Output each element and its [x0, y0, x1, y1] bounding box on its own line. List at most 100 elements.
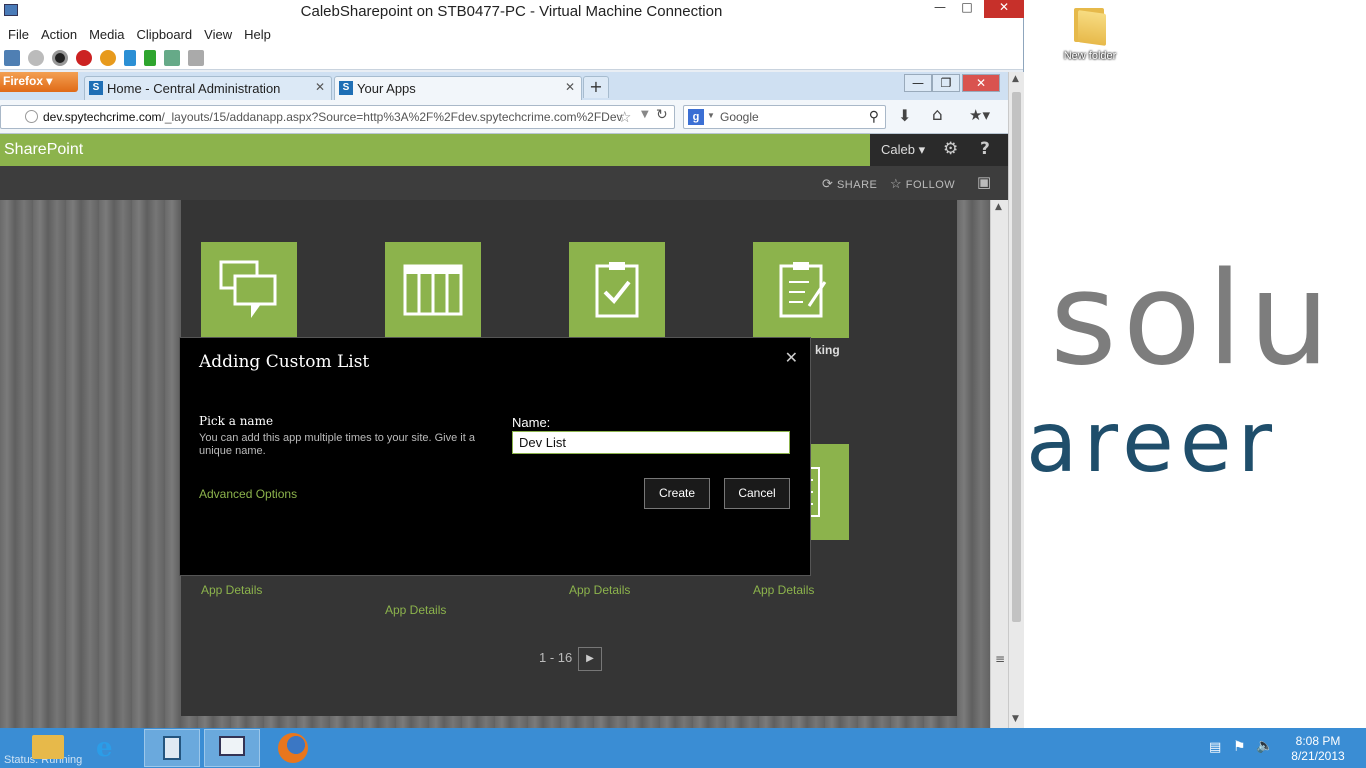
- vm-toolbar: [0, 46, 1023, 70]
- user-menu[interactable]: Caleb ▾: [881, 142, 925, 158]
- pause-icon[interactable]: [124, 49, 136, 66]
- focus-content-icon[interactable]: ▣: [977, 173, 992, 191]
- menu-file[interactable]: File: [4, 27, 37, 42]
- share-button[interactable]: ⟳ SHARE: [822, 176, 877, 192]
- bookmark-star-icon[interactable]: ☆: [618, 108, 631, 126]
- firefox-nav-bar: ← dev.spytechcrime.com/_layouts/15/addan…: [0, 100, 1008, 134]
- volume-icon[interactable]: 🔈: [1256, 738, 1273, 754]
- monitor-icon: [219, 736, 245, 756]
- vm-minimize-button[interactable]: —: [930, 0, 950, 18]
- reload-icon[interactable]: ↻: [656, 107, 668, 123]
- pager-label: 1 - 16: [539, 650, 573, 665]
- create-button[interactable]: Create: [644, 478, 710, 509]
- discussion-icon: [219, 260, 277, 318]
- home-icon[interactable]: ⌂: [932, 105, 943, 125]
- app-tile-tasks[interactable]: [569, 242, 665, 338]
- history-dropdown-icon[interactable]: ▼: [641, 109, 649, 120]
- vm-connection-taskbar-button[interactable]: [204, 729, 260, 767]
- server-manager-taskbar-button[interactable]: [144, 729, 200, 767]
- tab-central-admin[interactable]: S Home - Central Administration ✕: [84, 76, 332, 100]
- vm-close-button[interactable]: ✕: [984, 0, 1024, 18]
- user-name: Caleb: [881, 142, 915, 157]
- app-tile-custom-list[interactable]: [385, 242, 481, 338]
- menu-view[interactable]: View: [200, 27, 240, 42]
- search-engine-dropdown-icon[interactable]: ▼: [707, 111, 715, 120]
- ff-minimize-button[interactable]: —: [904, 74, 932, 92]
- network-icon[interactable]: ▤: [1209, 740, 1221, 755]
- folder-icon: [32, 735, 64, 759]
- new-tab-button[interactable]: +: [583, 76, 609, 98]
- help-icon[interactable]: ?: [980, 139, 990, 159]
- globe-icon: [25, 110, 38, 123]
- clock[interactable]: 8:08 PM 8/21/2013: [1288, 734, 1348, 764]
- shutdown-icon[interactable]: [76, 49, 92, 66]
- cancel-button[interactable]: Cancel: [724, 478, 790, 509]
- follow-label: FOLLOW: [905, 179, 956, 191]
- search-bar[interactable]: g ▼ Google ⚲: [683, 105, 886, 129]
- start-icon[interactable]: [28, 49, 44, 66]
- scroll-grip-icon[interactable]: ≡: [995, 652, 1005, 666]
- download-icon[interactable]: ⬇: [898, 106, 911, 125]
- app-tile-issue-tracking[interactable]: [753, 242, 849, 338]
- ctrl-alt-del-icon[interactable]: [4, 49, 20, 66]
- tab-label: Home - Central Administration: [107, 81, 281, 96]
- scroll-thumb[interactable]: [1012, 92, 1021, 622]
- google-icon: g: [688, 109, 704, 125]
- sharepoint-brand-bar: SharePoint: [0, 134, 870, 166]
- scroll-up-icon[interactable]: ▲: [995, 202, 1002, 212]
- firefox-menu-button[interactable]: Firefox ▾: [0, 72, 78, 92]
- resume-icon[interactable]: [144, 49, 156, 66]
- add-app-dialog: Adding Custom List ✕ Pick a name You can…: [179, 337, 811, 576]
- app-details-link[interactable]: App Details: [753, 583, 814, 597]
- pager-next-button[interactable]: ▶: [578, 647, 602, 671]
- scroll-down-icon[interactable]: ▼: [1012, 714, 1019, 724]
- app-details-link[interactable]: App Details: [385, 603, 446, 617]
- firefox-tab-bar: Firefox ▾ S Home - Central Administratio…: [0, 72, 1008, 100]
- url-bar[interactable]: dev.spytechcrime.com/_layouts/15/addanap…: [0, 105, 675, 129]
- snapshot-icon[interactable]: [164, 49, 180, 66]
- menu-clipboard[interactable]: Clipboard: [133, 27, 201, 42]
- page-scrollbar[interactable]: ▲ ≡: [990, 200, 1008, 728]
- app-tile-discussion[interactable]: [201, 242, 297, 338]
- ff-close-button[interactable]: ✕: [962, 74, 1000, 92]
- sharepoint-brand[interactable]: SharePoint: [4, 141, 83, 158]
- menu-media[interactable]: Media: [85, 27, 132, 42]
- sharepoint-favicon-icon: S: [89, 81, 103, 95]
- sharepoint-action-bar: ⟳ SHARE ☆ FOLLOW ▣: [0, 166, 1008, 200]
- firefox-icon: [278, 733, 308, 763]
- pick-name-heading: Pick a name: [199, 414, 274, 428]
- scroll-up-icon[interactable]: ▲: [1012, 74, 1019, 84]
- app-details-link[interactable]: App Details: [569, 583, 630, 597]
- close-icon[interactable]: ✕: [785, 348, 798, 367]
- tab-your-apps[interactable]: S Your Apps ✕: [334, 76, 582, 100]
- name-input[interactable]: [512, 431, 790, 454]
- window-scrollbar[interactable]: ▲ ▼: [1008, 72, 1024, 728]
- firefox-taskbar-button[interactable]: [264, 729, 320, 767]
- name-label: Name:: [512, 415, 551, 430]
- menu-help[interactable]: Help: [240, 27, 279, 42]
- share-icon: ⟳: [822, 176, 834, 191]
- taskbar: Status: Running e ▤ ⚑ 🔈 8:08 PM 8/21/201…: [0, 728, 1366, 768]
- action-center-flag-icon[interactable]: ⚑: [1233, 739, 1246, 755]
- advanced-options-link[interactable]: Advanced Options: [199, 487, 297, 501]
- tab-close-icon[interactable]: ✕: [315, 80, 325, 94]
- revert-icon[interactable]: [188, 49, 204, 66]
- app-details-link[interactable]: App Details: [201, 583, 262, 597]
- tab-close-icon[interactable]: ✕: [565, 80, 575, 94]
- follow-button[interactable]: ☆ FOLLOW: [890, 176, 955, 192]
- turn-off-icon[interactable]: [52, 49, 68, 66]
- settings-gear-icon[interactable]: ⚙: [943, 139, 958, 159]
- desktop-folder[interactable]: New folder: [1060, 6, 1120, 62]
- ff-restore-button[interactable]: ❐: [932, 74, 960, 92]
- bookmarks-menu-icon[interactable]: ★▾: [969, 106, 990, 124]
- vm-maximize-button[interactable]: □: [955, 0, 979, 18]
- save-state-icon[interactable]: [100, 49, 116, 66]
- vm-title: CalebSharepoint on STB0477-PC - Virtual …: [300, 3, 723, 20]
- file-explorer-taskbar-button[interactable]: [24, 729, 80, 767]
- menu-action[interactable]: Action: [37, 27, 85, 42]
- search-icon[interactable]: ⚲: [869, 108, 879, 125]
- ie-taskbar-button[interactable]: e: [84, 729, 140, 767]
- wallpaper-text-2: areer: [1026, 393, 1279, 491]
- internet-explorer-icon: e: [96, 733, 113, 763]
- vm-title-bar: CalebSharepoint on STB0477-PC - Virtual …: [0, 0, 1024, 22]
